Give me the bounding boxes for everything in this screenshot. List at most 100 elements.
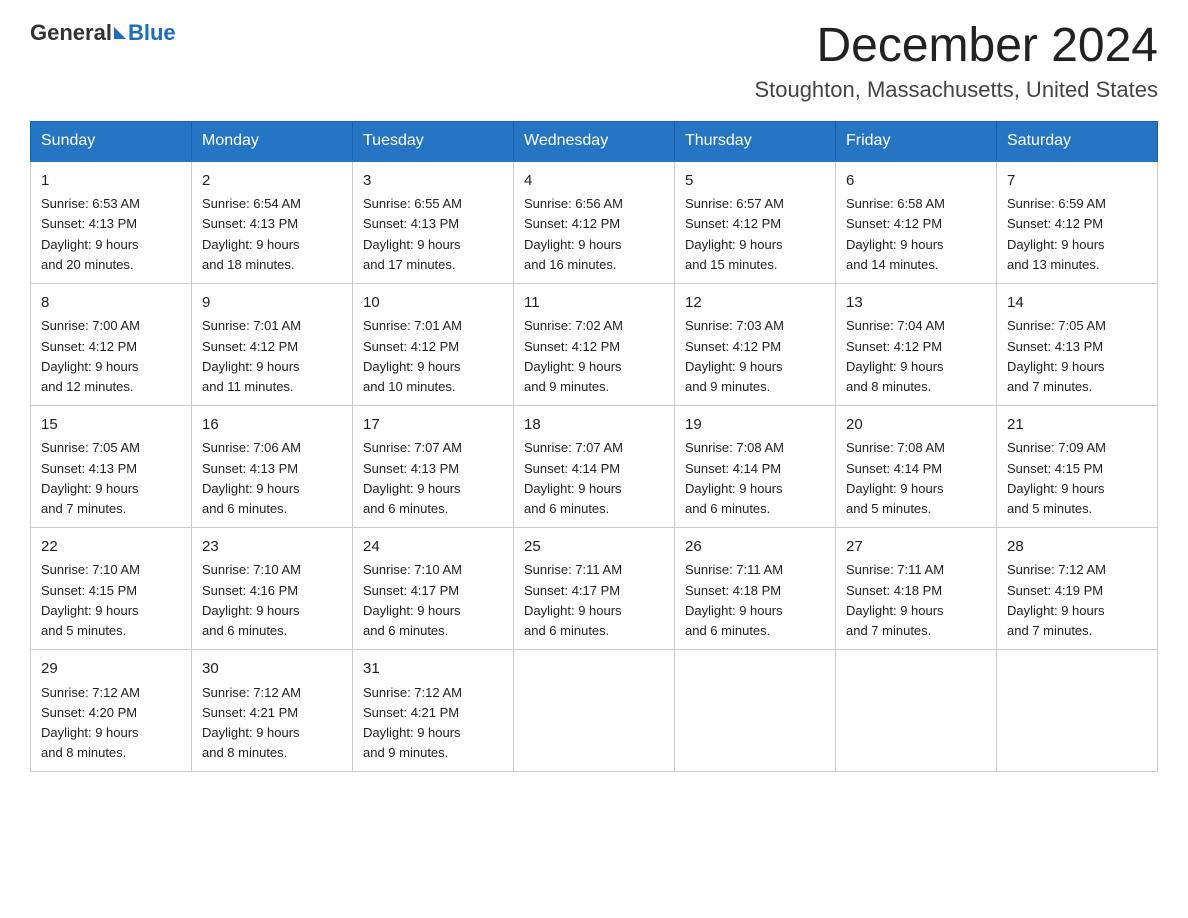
location-title: Stoughton, Massachusetts, United States (754, 77, 1158, 103)
calendar-cell: 20Sunrise: 7:08 AMSunset: 4:14 PMDayligh… (836, 405, 997, 527)
logo: General Blue (30, 20, 176, 46)
day-info: Sunrise: 7:01 AMSunset: 4:12 PMDaylight:… (363, 316, 503, 397)
calendar-cell (675, 650, 836, 772)
calendar-cell: 1Sunrise: 6:53 AMSunset: 4:13 PMDaylight… (31, 161, 192, 284)
day-number: 11 (524, 292, 664, 315)
day-info: Sunrise: 7:08 AMSunset: 4:14 PMDaylight:… (846, 438, 986, 519)
calendar-cell: 3Sunrise: 6:55 AMSunset: 4:13 PMDaylight… (353, 161, 514, 284)
calendar-cell: 11Sunrise: 7:02 AMSunset: 4:12 PMDayligh… (514, 283, 675, 405)
day-number: 29 (41, 658, 181, 681)
header-wednesday: Wednesday (514, 121, 675, 161)
title-area: December 2024 Stoughton, Massachusetts, … (754, 20, 1158, 103)
calendar-cell: 25Sunrise: 7:11 AMSunset: 4:17 PMDayligh… (514, 527, 675, 649)
day-number: 7 (1007, 170, 1147, 193)
calendar-cell: 30Sunrise: 7:12 AMSunset: 4:21 PMDayligh… (192, 650, 353, 772)
day-info: Sunrise: 6:54 AMSunset: 4:13 PMDaylight:… (202, 194, 342, 275)
day-info: Sunrise: 7:05 AMSunset: 4:13 PMDaylight:… (41, 438, 181, 519)
calendar-cell: 23Sunrise: 7:10 AMSunset: 4:16 PMDayligh… (192, 527, 353, 649)
day-info: Sunrise: 7:05 AMSunset: 4:13 PMDaylight:… (1007, 316, 1147, 397)
logo-general-text: General (30, 20, 112, 46)
day-info: Sunrise: 6:53 AMSunset: 4:13 PMDaylight:… (41, 194, 181, 275)
day-number: 24 (363, 536, 503, 559)
calendar-cell: 29Sunrise: 7:12 AMSunset: 4:20 PMDayligh… (31, 650, 192, 772)
day-info: Sunrise: 6:58 AMSunset: 4:12 PMDaylight:… (846, 194, 986, 275)
day-info: Sunrise: 7:10 AMSunset: 4:15 PMDaylight:… (41, 560, 181, 641)
day-info: Sunrise: 7:01 AMSunset: 4:12 PMDaylight:… (202, 316, 342, 397)
day-info: Sunrise: 7:11 AMSunset: 4:17 PMDaylight:… (524, 560, 664, 641)
calendar-cell: 18Sunrise: 7:07 AMSunset: 4:14 PMDayligh… (514, 405, 675, 527)
day-number: 28 (1007, 536, 1147, 559)
calendar-cell: 8Sunrise: 7:00 AMSunset: 4:12 PMDaylight… (31, 283, 192, 405)
day-number: 6 (846, 170, 986, 193)
calendar-cell: 27Sunrise: 7:11 AMSunset: 4:18 PMDayligh… (836, 527, 997, 649)
day-info: Sunrise: 7:10 AMSunset: 4:17 PMDaylight:… (363, 560, 503, 641)
calendar-cell: 17Sunrise: 7:07 AMSunset: 4:13 PMDayligh… (353, 405, 514, 527)
logo-arrow-icon (114, 27, 126, 39)
week-row-2: 8Sunrise: 7:00 AMSunset: 4:12 PMDaylight… (31, 283, 1158, 405)
day-number: 8 (41, 292, 181, 315)
week-row-1: 1Sunrise: 6:53 AMSunset: 4:13 PMDaylight… (31, 161, 1158, 284)
calendar-cell: 15Sunrise: 7:05 AMSunset: 4:13 PMDayligh… (31, 405, 192, 527)
day-info: Sunrise: 7:12 AMSunset: 4:20 PMDaylight:… (41, 683, 181, 764)
day-info: Sunrise: 7:12 AMSunset: 4:19 PMDaylight:… (1007, 560, 1147, 641)
day-info: Sunrise: 7:06 AMSunset: 4:13 PMDaylight:… (202, 438, 342, 519)
day-number: 2 (202, 170, 342, 193)
calendar-cell: 10Sunrise: 7:01 AMSunset: 4:12 PMDayligh… (353, 283, 514, 405)
header-thursday: Thursday (675, 121, 836, 161)
day-number: 26 (685, 536, 825, 559)
calendar-cell: 26Sunrise: 7:11 AMSunset: 4:18 PMDayligh… (675, 527, 836, 649)
week-row-4: 22Sunrise: 7:10 AMSunset: 4:15 PMDayligh… (31, 527, 1158, 649)
day-number: 31 (363, 658, 503, 681)
calendar-cell: 6Sunrise: 6:58 AMSunset: 4:12 PMDaylight… (836, 161, 997, 284)
calendar-cell: 2Sunrise: 6:54 AMSunset: 4:13 PMDaylight… (192, 161, 353, 284)
day-info: Sunrise: 7:00 AMSunset: 4:12 PMDaylight:… (41, 316, 181, 397)
day-info: Sunrise: 7:11 AMSunset: 4:18 PMDaylight:… (846, 560, 986, 641)
header-saturday: Saturday (997, 121, 1158, 161)
day-number: 22 (41, 536, 181, 559)
day-number: 21 (1007, 414, 1147, 437)
day-info: Sunrise: 6:55 AMSunset: 4:13 PMDaylight:… (363, 194, 503, 275)
calendar-cell (514, 650, 675, 772)
calendar-cell: 31Sunrise: 7:12 AMSunset: 4:21 PMDayligh… (353, 650, 514, 772)
day-number: 30 (202, 658, 342, 681)
day-number: 18 (524, 414, 664, 437)
calendar-table: SundayMondayTuesdayWednesdayThursdayFrid… (30, 121, 1158, 772)
header-sunday: Sunday (31, 121, 192, 161)
calendar-cell: 7Sunrise: 6:59 AMSunset: 4:12 PMDaylight… (997, 161, 1158, 284)
day-info: Sunrise: 7:12 AMSunset: 4:21 PMDaylight:… (202, 683, 342, 764)
week-row-5: 29Sunrise: 7:12 AMSunset: 4:20 PMDayligh… (31, 650, 1158, 772)
day-number: 5 (685, 170, 825, 193)
day-number: 14 (1007, 292, 1147, 315)
calendar-cell: 28Sunrise: 7:12 AMSunset: 4:19 PMDayligh… (997, 527, 1158, 649)
week-row-3: 15Sunrise: 7:05 AMSunset: 4:13 PMDayligh… (31, 405, 1158, 527)
calendar-cell: 4Sunrise: 6:56 AMSunset: 4:12 PMDaylight… (514, 161, 675, 284)
day-info: Sunrise: 7:02 AMSunset: 4:12 PMDaylight:… (524, 316, 664, 397)
day-number: 17 (363, 414, 503, 437)
calendar-cell: 9Sunrise: 7:01 AMSunset: 4:12 PMDaylight… (192, 283, 353, 405)
calendar-cell: 22Sunrise: 7:10 AMSunset: 4:15 PMDayligh… (31, 527, 192, 649)
calendar-cell (836, 650, 997, 772)
calendar-cell: 19Sunrise: 7:08 AMSunset: 4:14 PMDayligh… (675, 405, 836, 527)
day-number: 9 (202, 292, 342, 315)
header-friday: Friday (836, 121, 997, 161)
day-number: 3 (363, 170, 503, 193)
day-number: 13 (846, 292, 986, 315)
day-number: 15 (41, 414, 181, 437)
day-info: Sunrise: 7:10 AMSunset: 4:16 PMDaylight:… (202, 560, 342, 641)
day-number: 12 (685, 292, 825, 315)
day-info: Sunrise: 6:56 AMSunset: 4:12 PMDaylight:… (524, 194, 664, 275)
day-number: 10 (363, 292, 503, 315)
calendar-cell: 24Sunrise: 7:10 AMSunset: 4:17 PMDayligh… (353, 527, 514, 649)
page-header: General Blue December 2024 Stoughton, Ma… (30, 20, 1158, 103)
day-info: Sunrise: 6:59 AMSunset: 4:12 PMDaylight:… (1007, 194, 1147, 275)
header-tuesday: Tuesday (353, 121, 514, 161)
day-number: 1 (41, 170, 181, 193)
calendar-cell: 5Sunrise: 6:57 AMSunset: 4:12 PMDaylight… (675, 161, 836, 284)
day-info: Sunrise: 7:12 AMSunset: 4:21 PMDaylight:… (363, 683, 503, 764)
calendar-cell: 13Sunrise: 7:04 AMSunset: 4:12 PMDayligh… (836, 283, 997, 405)
day-number: 20 (846, 414, 986, 437)
calendar-cell: 12Sunrise: 7:03 AMSunset: 4:12 PMDayligh… (675, 283, 836, 405)
month-title: December 2024 (754, 20, 1158, 73)
day-info: Sunrise: 7:07 AMSunset: 4:14 PMDaylight:… (524, 438, 664, 519)
day-number: 16 (202, 414, 342, 437)
